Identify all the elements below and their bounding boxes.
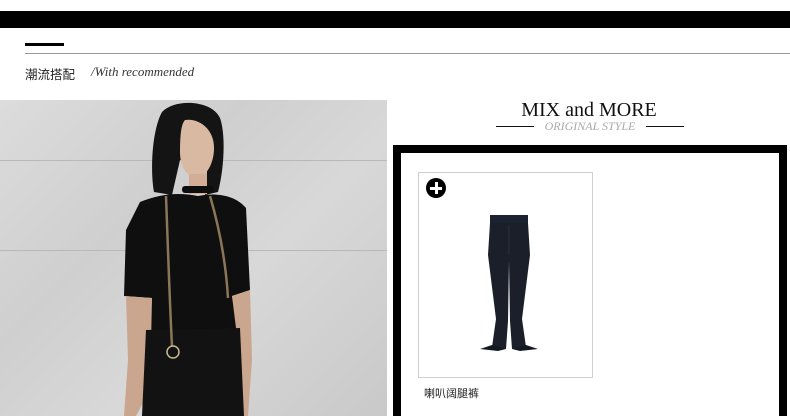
subtitle-line-right	[646, 126, 684, 127]
product-image[interactable]	[478, 215, 540, 351]
header-divider	[25, 53, 790, 54]
model-figure	[124, 102, 252, 416]
mix-subtitle-row: ORIGINAL STYLE	[494, 119, 684, 135]
model-photo[interactable]	[0, 100, 387, 416]
section-title: 潮流搭配	[25, 67, 76, 82]
section-subtitle: /With recommended	[91, 64, 195, 79]
header-accent-bar	[25, 43, 64, 46]
mix-subtitle: ORIGINAL STYLE	[544, 119, 636, 133]
section-header: 潮流搭配 /With recommended	[25, 43, 790, 83]
subtitle-line-left	[496, 126, 534, 127]
product-name[interactable]: 喇叭阔腿裤	[424, 385, 479, 401]
top-banner-bar	[0, 11, 790, 28]
plus-circle-icon[interactable]	[426, 178, 446, 198]
